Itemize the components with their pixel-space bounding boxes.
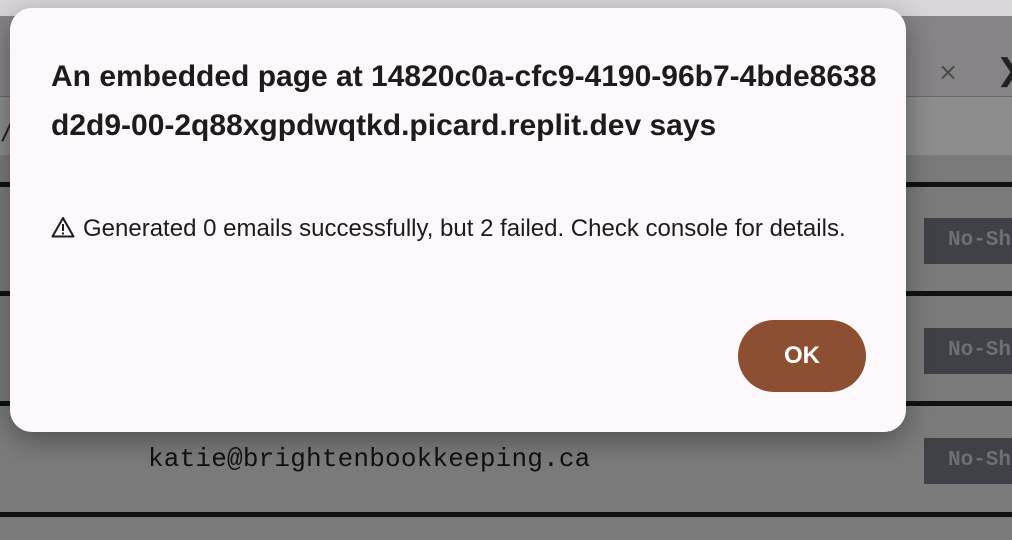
- attendee-email: katie@brightenbookkeeping.ca: [148, 444, 591, 474]
- alert-dialog: An embedded page at 14820c0a-cfc9-4190-9…: [10, 8, 906, 432]
- close-icon[interactable]: ×: [938, 58, 958, 86]
- no-show-button[interactable]: No-Show: [924, 218, 1012, 264]
- dialog-message: Generated 0 emails successfully, but 2 f…: [51, 209, 851, 249]
- warning-icon: [51, 217, 75, 238]
- chevron-right-icon[interactable]: ❯: [996, 54, 1012, 88]
- ok-button[interactable]: OK: [738, 320, 866, 392]
- dialog-message-text: Generated 0 emails successfully, but 2 f…: [83, 215, 846, 242]
- dialog-title: An embedded page at 14820c0a-cfc9-4190-9…: [51, 60, 877, 142]
- table-row: [0, 517, 1012, 540]
- no-show-button[interactable]: No-Show: [924, 328, 1012, 374]
- no-show-button[interactable]: No-Show: [924, 438, 1012, 484]
